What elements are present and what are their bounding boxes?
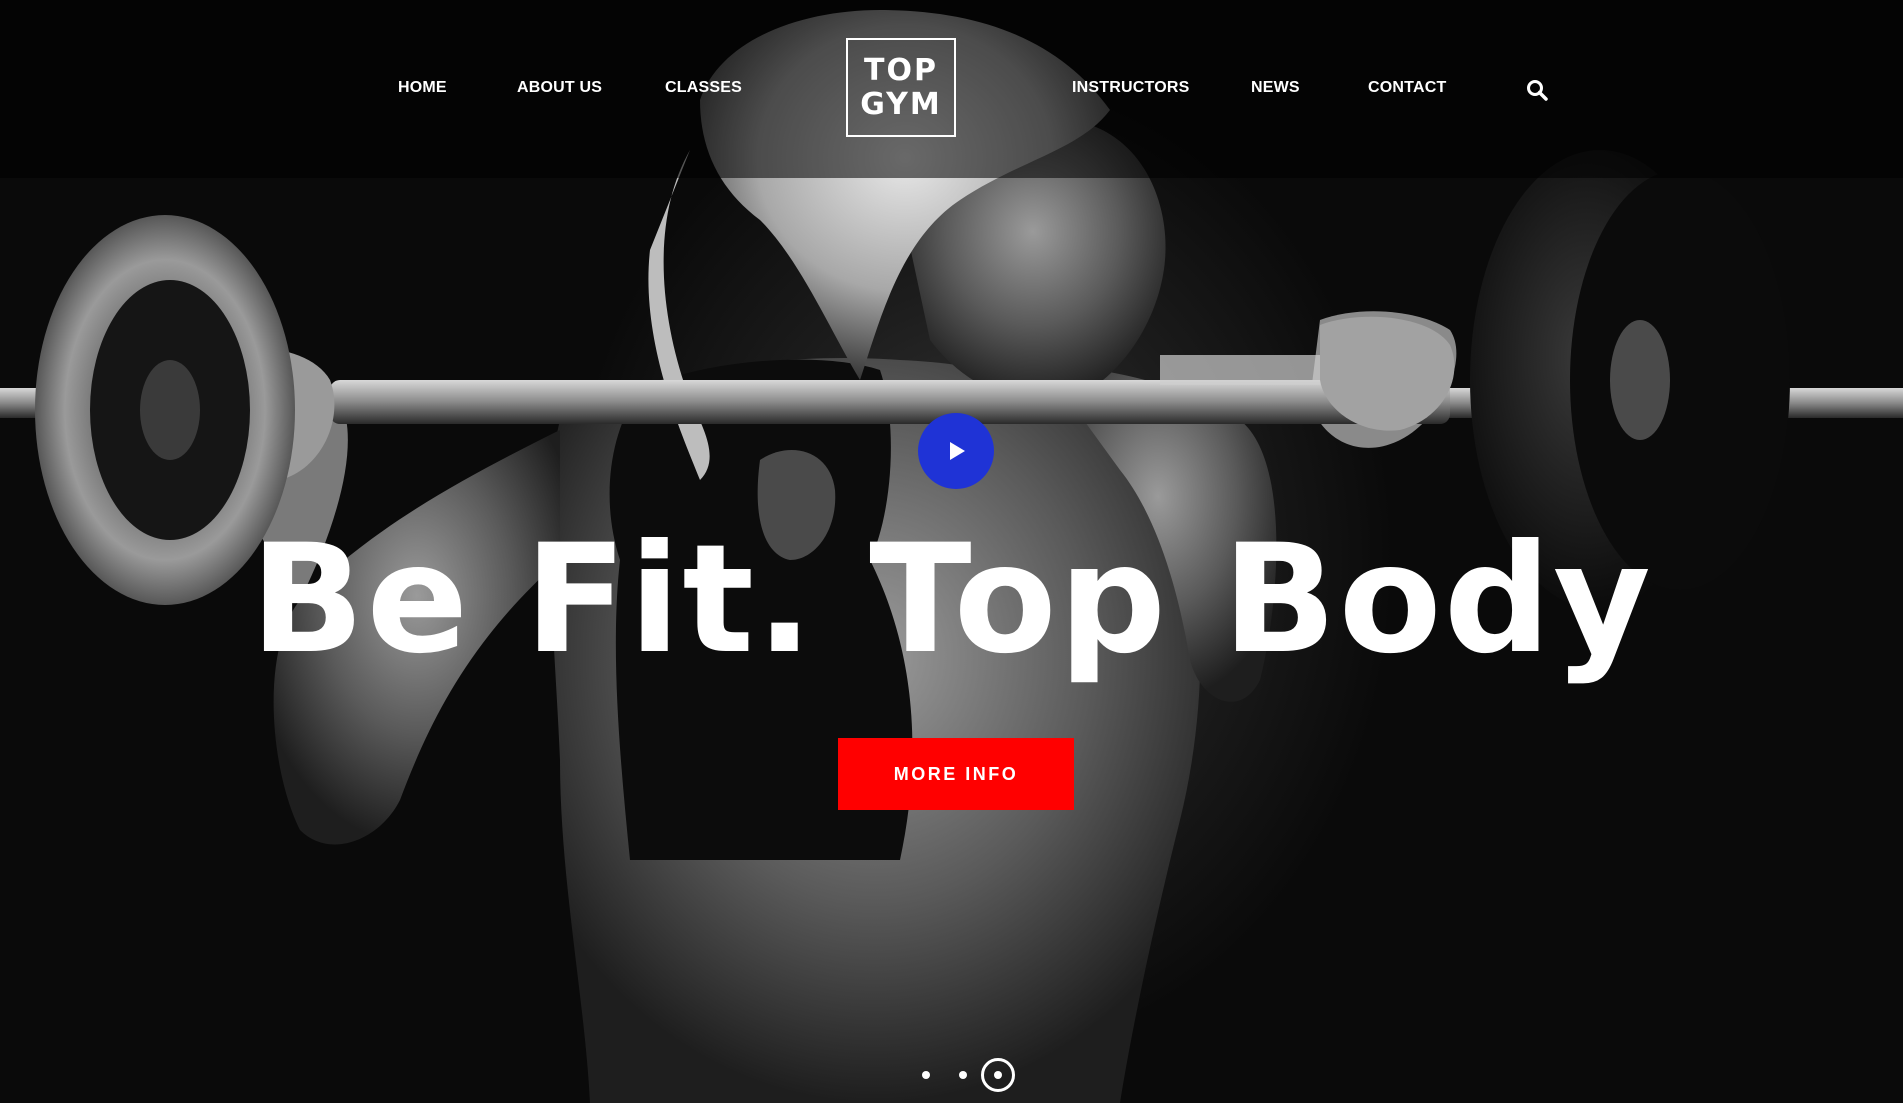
slide-dot-3-active[interactable] xyxy=(981,1058,1015,1092)
play-video-button[interactable] xyxy=(918,413,994,489)
site-header: HOME ABOUT US CLASSES TOP GYM INSTRUCTOR… xyxy=(0,0,1903,178)
main-navigation: HOME ABOUT US CLASSES TOP GYM INSTRUCTOR… xyxy=(0,0,1903,178)
nav-news[interactable]: NEWS xyxy=(1251,79,1300,97)
more-info-button[interactable]: MORE INFO xyxy=(838,738,1074,810)
nav-instructors[interactable]: INSTRUCTORS xyxy=(1072,79,1189,97)
nav-classes[interactable]: CLASSES xyxy=(665,79,742,97)
slider-pagination xyxy=(905,1055,1015,1095)
hero-title: Be Fit. Top Body xyxy=(250,513,1653,687)
nav-about-us[interactable]: ABOUT US xyxy=(517,79,602,97)
slide-dot-1[interactable] xyxy=(922,1071,930,1079)
logo-line-2: GYM xyxy=(860,86,942,122)
slide-dot-2[interactable] xyxy=(959,1071,967,1079)
hero-page: HOME ABOUT US CLASSES TOP GYM INSTRUCTOR… xyxy=(0,0,1903,1103)
nav-contact[interactable]: CONTACT xyxy=(1368,79,1446,97)
logo-line-1: TOP xyxy=(864,52,938,88)
nav-home[interactable]: HOME xyxy=(398,79,447,97)
active-dot-center xyxy=(994,1071,1002,1079)
search-icon xyxy=(1527,80,1548,101)
play-icon xyxy=(950,442,965,460)
search-button[interactable] xyxy=(1526,79,1548,101)
site-logo[interactable]: TOP GYM xyxy=(846,38,956,137)
